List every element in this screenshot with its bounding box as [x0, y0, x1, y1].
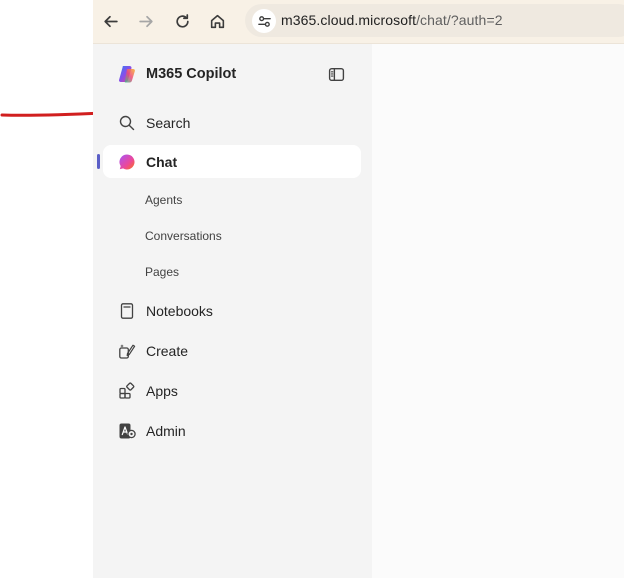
url-text[interactable]: m365.cloud.microsoft/chat/?auth=2 [281, 12, 503, 28]
reload-icon [175, 13, 189, 28]
home-icon [210, 14, 224, 28]
nav-admin[interactable]: Admin [103, 414, 361, 447]
nav-chat-label: Chat [146, 153, 178, 170]
nav-chat[interactable]: Chat [103, 145, 361, 178]
site-settings-button[interactable] [252, 9, 276, 33]
nav-sub-conversations[interactable]: Conversations [145, 226, 222, 246]
browser-toolbar: m365.cloud.microsoft/chat/?auth=2 [93, 0, 624, 44]
url-host: m365.cloud.microsoft [281, 12, 417, 28]
left-navigation-sidebar: M365 Copilot Search Chat Agents Conversa… [93, 44, 372, 578]
nav-sub-pages[interactable]: Pages [145, 262, 179, 282]
back-button[interactable] [97, 8, 123, 34]
nav-create[interactable]: Create [103, 334, 361, 367]
forward-button[interactable] [133, 8, 159, 34]
apps-grid-icon [118, 381, 136, 400]
reload-button[interactable] [169, 8, 195, 34]
search-icon [118, 114, 136, 132]
nav-search-label: Search [146, 114, 191, 131]
main-content-area [372, 44, 624, 578]
nav-notebooks[interactable]: Notebooks [103, 294, 361, 327]
nav-apps-label: Apps [146, 382, 178, 399]
nav-notebooks-label: Notebooks [146, 302, 213, 319]
app-brand: M365 Copilot [117, 64, 236, 84]
nav-sub-agents[interactable]: Agents [145, 190, 182, 210]
admin-icon [118, 422, 136, 440]
url-path: /chat/?auth=2 [416, 12, 503, 28]
notebook-icon [118, 302, 136, 320]
home-button[interactable] [204, 8, 230, 34]
site-settings-icon [257, 15, 271, 27]
collapse-sidebar-button[interactable] [327, 65, 345, 83]
forward-arrow-icon [138, 15, 153, 27]
nav-create-label: Create [146, 342, 189, 359]
nav-admin-label: Admin [146, 422, 186, 439]
chat-bubble-icon [118, 153, 136, 171]
sidebar-toggle-icon [328, 67, 344, 81]
address-bar[interactable]: m365.cloud.microsoft/chat/?auth=2 [245, 4, 624, 37]
nav-apps[interactable]: Apps [103, 374, 361, 407]
nav-search[interactable]: Search [103, 106, 361, 139]
back-arrow-icon [103, 15, 118, 27]
copilot-logo-icon [118, 66, 135, 83]
app-title: M365 Copilot [146, 66, 237, 82]
create-icon [118, 342, 136, 360]
active-nav-indicator [97, 154, 100, 169]
